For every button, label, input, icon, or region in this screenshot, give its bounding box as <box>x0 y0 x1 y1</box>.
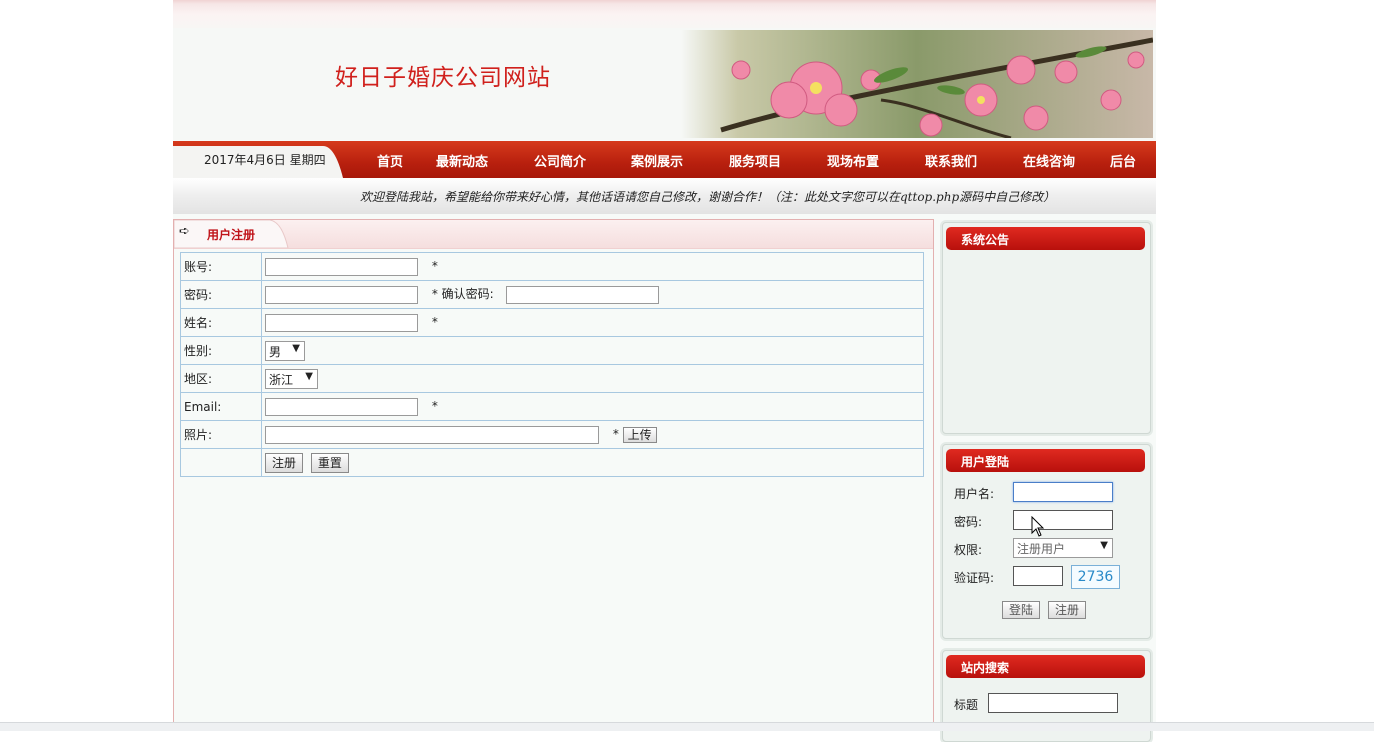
welcome-marquee: 欢迎登陆我站，希望能给你带来好心情，其他话语请您自己修改，谢谢合作！（注：此处文… <box>360 190 1056 204</box>
current-date: 2017年4月6日 星期四 <box>204 153 326 167</box>
search-header: 站内搜索 <box>946 655 1145 678</box>
account-input[interactable] <box>265 257 418 276</box>
photo-path-input[interactable] <box>265 425 599 444</box>
marquee-bar: 欢迎登陆我站，希望能给你带来好心情，其他话语请您自己修改，谢谢合作！（注：此处文… <box>173 178 1156 214</box>
nav-item-news[interactable]: 最新动态 <box>436 151 488 170</box>
notice-title: 系统公告 <box>961 233 1010 247</box>
captcha-image[interactable]: 2736 <box>1071 565 1120 589</box>
notice-box: 系统公告 <box>942 222 1151 434</box>
login-header: 用户登陆 <box>946 449 1145 472</box>
name-label: 姓名: <box>180 308 262 337</box>
role-select[interactable]: 注册用户 ▼ <box>1013 538 1113 558</box>
form-row-account: 账号: * <box>180 252 924 281</box>
header-flower-image <box>681 30 1153 138</box>
nav-item-consult[interactable]: 在线咨询 <box>1023 151 1075 170</box>
confirm-password-input[interactable] <box>505 285 659 304</box>
site-header: 好日子婚庆公司网站 <box>173 28 1156 140</box>
sidebar-register-button[interactable]: 注册 <box>1048 601 1087 619</box>
login-password-input[interactable] <box>1013 510 1113 530</box>
nav-item-contact[interactable]: 联系我们 <box>925 151 977 170</box>
upload-button[interactable]: 上传 <box>622 426 657 443</box>
gender-select-value: 男 <box>269 344 282 359</box>
nav-item-services[interactable]: 服务项目 <box>729 151 781 170</box>
role-select-value: 注册用户 <box>1017 542 1066 556</box>
role-label: 权限: <box>954 543 983 557</box>
gender-select[interactable]: 男 ▼ <box>265 340 305 361</box>
required-mark: * <box>612 427 619 441</box>
region-select[interactable]: 浙江 ▼ <box>265 368 318 389</box>
register-title: 用户注册 <box>207 228 256 242</box>
form-row-name: 姓名: * <box>180 308 924 337</box>
username-input[interactable] <box>1013 482 1113 502</box>
search-title: 站内搜索 <box>961 661 1010 675</box>
nav-item-home[interactable]: 首页 <box>377 151 403 170</box>
region-select-value: 浙江 <box>269 372 294 387</box>
mouse-cursor-icon <box>1031 516 1045 537</box>
name-input[interactable] <box>265 313 418 332</box>
site-title: 好日子婚庆公司网站 <box>335 65 551 91</box>
captcha-label: 验证码: <box>954 571 995 585</box>
email-label: Email: <box>180 392 262 421</box>
main-nav: 2017年4月6日 星期四 首页 最新动态 公司简介 案例展示 服务项目 现场布… <box>173 141 1156 178</box>
nav-item-about[interactable]: 公司简介 <box>534 151 586 170</box>
dropdown-arrow-icon: ▼ <box>305 370 313 382</box>
login-box: 用户登陆 用户名: 密码: 权限: 注册用户 ▼ 验证码: 2736 登陆 注册 <box>942 444 1151 639</box>
password-label: 密码: <box>180 280 262 309</box>
top-strip <box>173 0 1156 28</box>
register-submit-button[interactable]: 注册 <box>265 452 304 473</box>
captcha-input[interactable] <box>1013 566 1063 586</box>
confirm-password-label: 确认密码: <box>441 287 494 302</box>
login-title: 用户登陆 <box>961 455 1010 469</box>
password-input[interactable] <box>265 285 418 304</box>
required-mark: * <box>431 315 438 329</box>
nav-item-venue[interactable]: 现场布置 <box>827 151 879 170</box>
account-label: 账号: <box>180 252 262 281</box>
form-row-email: Email: * <box>180 392 924 421</box>
required-mark: * <box>431 399 438 413</box>
photo-label: 照片: <box>180 420 262 449</box>
notice-header: 系统公告 <box>946 227 1145 250</box>
search-input[interactable] <box>988 693 1118 713</box>
email-input[interactable] <box>265 397 418 416</box>
form-row-gender: 性别: 男 ▼ <box>180 336 924 365</box>
login-button[interactable]: 登陆 <box>1002 601 1041 619</box>
required-mark: * <box>431 259 438 273</box>
gender-label: 性别: <box>180 336 262 365</box>
nav-item-admin[interactable]: 后台 <box>1110 151 1136 170</box>
form-row-actions: 注册 重置 <box>180 448 924 477</box>
form-row-photo: 照片: * 上传 <box>180 420 924 449</box>
page-container: 好日子婚庆公司网站 2017年4月6日 星期四 首页 最新动态 公司简介 案例展… <box>173 0 1156 742</box>
login-password-label: 密码: <box>954 515 983 529</box>
form-row-region: 地区: 浙江 ▼ <box>180 364 924 393</box>
required-mark: * <box>431 287 438 302</box>
region-label: 地区: <box>180 364 262 393</box>
dropdown-arrow-icon: ▼ <box>1100 540 1108 551</box>
username-label: 用户名: <box>954 487 995 501</box>
form-row-password: 密码: * 确认密码: <box>180 280 924 309</box>
arrow-right-icon: ➪ <box>179 224 190 239</box>
register-panel-header: ➪ 用户注册 <box>174 220 933 249</box>
nav-item-cases[interactable]: 案例展示 <box>631 151 683 170</box>
register-panel: ➪ 用户注册 账号: * 密码: * 确认密码: 姓名: * 性别: 男 ▼ 地… <box>173 219 934 731</box>
register-form: 账号: * 密码: * 确认密码: 姓名: * 性别: 男 ▼ 地区: 浙江 ▼… <box>180 252 924 477</box>
reset-button[interactable]: 重置 <box>310 452 349 473</box>
dropdown-arrow-icon: ▼ <box>292 342 300 354</box>
search-title-label: 标题 <box>954 698 979 712</box>
